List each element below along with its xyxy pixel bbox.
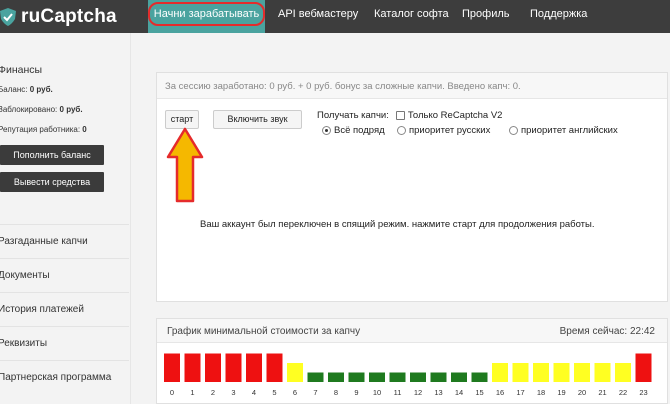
radio-english-label: приоритет английских: [521, 125, 618, 136]
finance-title: Финансы: [0, 64, 43, 76]
chart-hour-label: 5: [272, 388, 276, 397]
sidebar-item-documents[interactable]: Документы: [0, 258, 129, 292]
sleep-mode-message: Ваш аккаунт был переключен в спящий режи…: [200, 219, 595, 230]
chart-bar-hour-5: [266, 353, 283, 382]
withdraw-funds-button[interactable]: Вывести средства: [0, 172, 104, 192]
chart-hour-label: 2: [211, 388, 215, 397]
chart-hour-label: 8: [334, 388, 338, 397]
chart-hour-label: 15: [475, 388, 483, 397]
chart-hour-label: 13: [434, 388, 442, 397]
chart-hour-label: 3: [231, 388, 235, 397]
chart-bar-hour-22: [615, 363, 631, 382]
reputation-label: Репутация работника:: [0, 125, 81, 134]
blocked-value: 0 руб.: [59, 105, 83, 114]
chart-bar-hour-18: [533, 363, 549, 382]
chart-hour-label: 22: [619, 388, 627, 397]
logo[interactable]: ruCaptcha: [0, 0, 117, 33]
app-root: ruCaptcha Начни зарабатывать API вебмаст…: [0, 0, 670, 404]
balance-value: 0 руб.: [29, 85, 53, 94]
chart-hour-label: 23: [639, 388, 647, 397]
nav-api-webmaster[interactable]: API вебмастеру: [278, 0, 358, 33]
chart-hour-label: 12: [414, 388, 422, 397]
chart-bar-hour-19: [553, 363, 570, 382]
sidebar-item-solved-captchas[interactable]: Разгаданные капчи: [0, 224, 129, 258]
chart-hour-label: 10: [373, 388, 381, 397]
nav-profile[interactable]: Профиль: [462, 0, 510, 33]
sidebar-item-requisites[interactable]: Реквизиты: [0, 326, 129, 360]
shield-logo-icon: [0, 7, 16, 26]
chart-bar-hour-2: [205, 353, 221, 382]
chart-hour-label: 19: [557, 388, 565, 397]
balance-label: Баланс:: [0, 85, 28, 94]
up-arrow-annotation-icon: [166, 127, 204, 203]
chart-hour-label: 1: [190, 388, 194, 397]
radio-english[interactable]: приоритет английских: [509, 125, 618, 136]
sidebar: Финансы Баланс: 0 руб. Заблокировано: 0 …: [0, 33, 131, 404]
chart-bar-hour-7: [307, 372, 324, 382]
chart-hour-label: 6: [293, 388, 297, 397]
radio-russian-label: приоритет русских: [409, 125, 491, 136]
chart-hour-label: 9: [354, 388, 358, 397]
chart-bar-hour-13: [430, 372, 447, 382]
chart-bar-hour-15: [471, 372, 488, 382]
chart-bar-hour-3: [225, 353, 242, 382]
reputation-value: 0: [82, 125, 87, 134]
session-bar: За сессию заработано: 0 руб. + 0 руб. бо…: [157, 73, 667, 99]
chart-hour-label: 0: [170, 388, 174, 397]
chart-bar-hour-4: [246, 353, 262, 382]
session-earnings-text: За сессию заработано: 0 руб. + 0 руб. бо…: [165, 81, 521, 92]
chart-hour-label: 17: [516, 388, 524, 397]
price-bar-chart: 0 1 2 3 4 5 6 7 8 9 10 11 12 13 14 15 16 17 18 19 20 21 22 23: [164, 353, 652, 397]
radio-russian-indicator[interactable]: [397, 126, 406, 135]
nav-support[interactable]: Поддержка: [530, 0, 587, 33]
chart-hour-label: 16: [496, 388, 504, 397]
chart-hour-label: 21: [598, 388, 606, 397]
chart-bar-hour-23: [635, 353, 652, 382]
chart-bar-hour-1: [184, 353, 201, 382]
chart-hour-label: 14: [455, 388, 463, 397]
reputation-line: Репутация работника: 0: [0, 125, 87, 134]
radio-english-indicator[interactable]: [509, 126, 518, 135]
nav-start-earning[interactable]: Начни зарабатывать: [148, 0, 265, 33]
chart-bar-hour-9: [348, 372, 365, 382]
receive-captcha-label: Получать капчи:: [317, 110, 389, 121]
chart-bar-hour-14: [451, 372, 467, 382]
chart-bar-hour-20: [574, 363, 590, 382]
chart-bar-hour-6: [287, 363, 303, 382]
nav-software-catalog[interactable]: Каталог софта: [374, 0, 449, 33]
receive-captcha-row: Получать капчи: Только ReCaptcha V2: [317, 110, 502, 121]
work-panel: За сессию заработано: 0 руб. + 0 руб. бо…: [156, 72, 668, 302]
topup-balance-button[interactable]: Пополнить баланс: [0, 145, 104, 165]
balance-line: Баланс: 0 руб.: [0, 85, 53, 94]
radio-all[interactable]: Всё подряд: [322, 125, 385, 136]
sidebar-item-payment-history[interactable]: История платежей: [0, 292, 129, 326]
chart-bar-hour-12: [410, 372, 426, 382]
logo-text: ruCaptcha: [21, 5, 117, 27]
recaptcha-only-label: Только ReCaptcha V2: [407, 110, 503, 121]
chart-hour-label: 11: [394, 388, 402, 397]
chart-bar-hour-10: [369, 372, 385, 382]
chart-bar-hour-8: [328, 372, 344, 382]
recaptcha-only-checkbox[interactable]: [395, 111, 405, 120]
chart-hour-label: 7: [313, 388, 317, 397]
chart-bar-hour-21: [594, 363, 611, 382]
chart-bar-hour-17: [512, 363, 529, 382]
radio-all-label: Всё подряд: [334, 125, 385, 136]
blocked-line: Заблокировано: 0 руб.: [0, 105, 83, 114]
price-chart-panel: График минимальной стоимости за капчу Вр…: [156, 318, 668, 404]
chart-bar-hour-16: [492, 363, 508, 382]
top-navbar: ruCaptcha Начни зарабатывать API вебмаст…: [0, 0, 670, 33]
blocked-label: Заблокировано:: [0, 105, 58, 114]
chart-hour-label: 4: [252, 388, 256, 397]
radio-all-indicator[interactable]: [322, 126, 331, 135]
enable-sound-button[interactable]: Включить звук: [213, 110, 302, 129]
sidebar-item-partner-program[interactable]: Партнерская программа: [0, 360, 129, 394]
chart-hour-label: 20: [578, 388, 586, 397]
chart-bar-hour-0: [164, 353, 180, 382]
chart-hour-label: 18: [537, 388, 545, 397]
radio-russian[interactable]: приоритет русских: [397, 125, 490, 136]
chart-bar-hour-11: [389, 372, 406, 382]
